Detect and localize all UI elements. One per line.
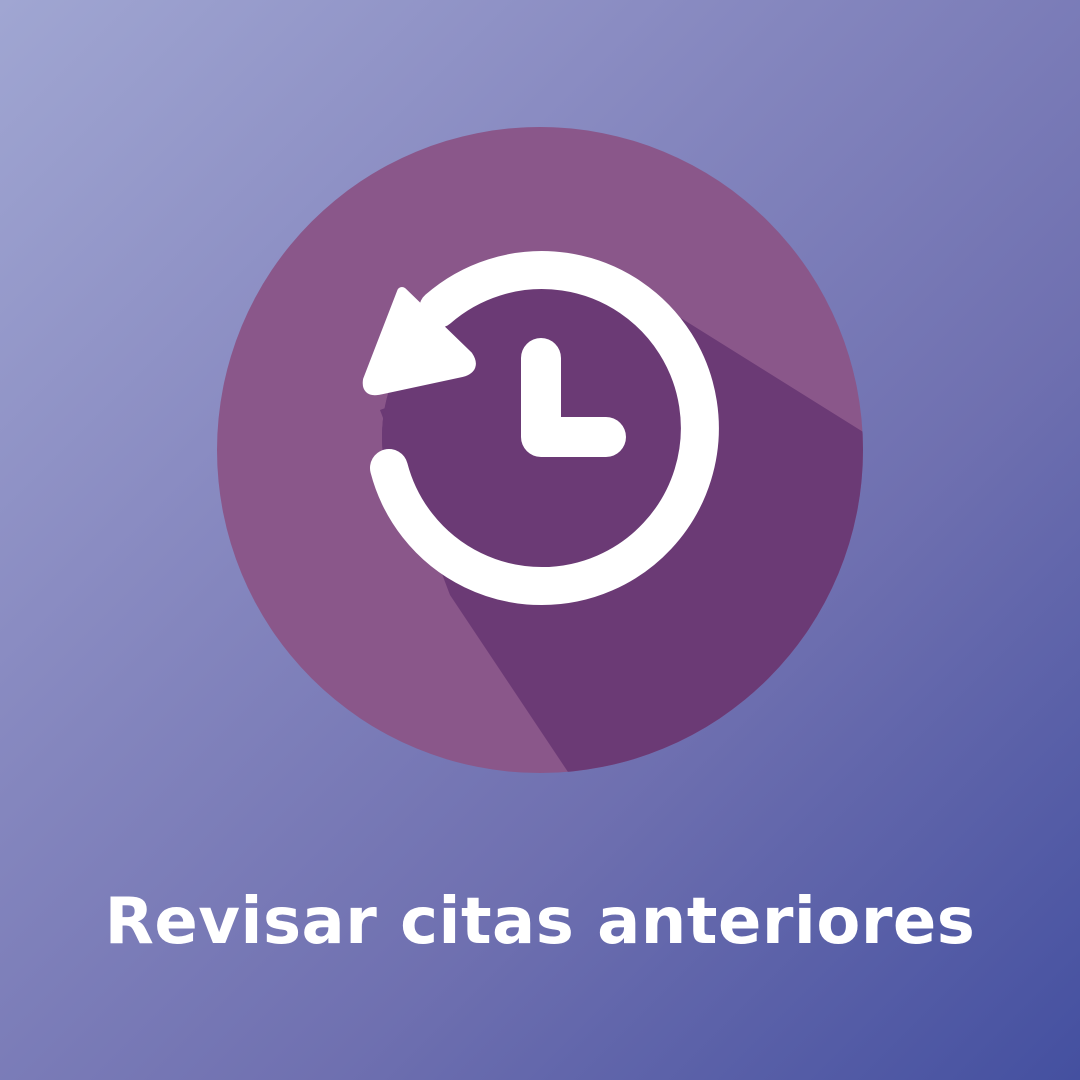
history-tile[interactable]: Revisar citas anteriores	[0, 0, 1080, 1080]
tile-label: Revisar citas anteriores	[104, 885, 976, 959]
